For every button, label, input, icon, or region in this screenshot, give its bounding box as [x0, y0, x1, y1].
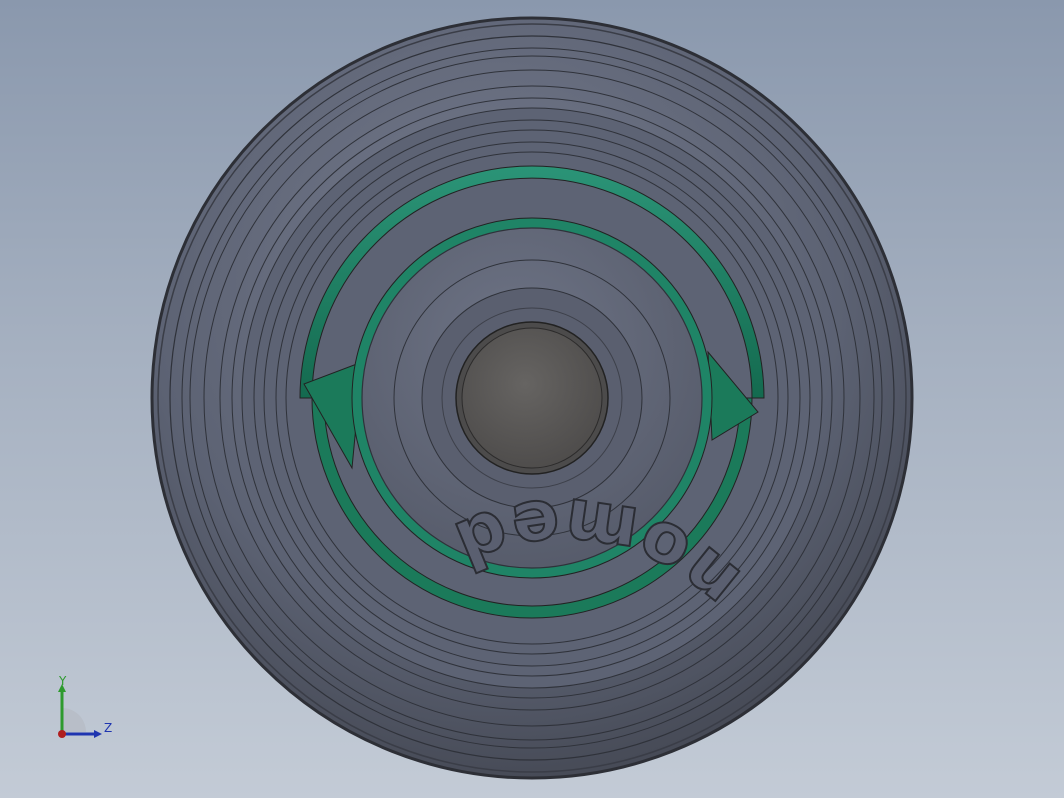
graphics-viewport[interactable]: nomed: [0, 0, 1064, 798]
coordinate-triad-icon: Y Z: [48, 674, 120, 746]
x-axis-dot: [58, 730, 66, 738]
triad-plane: [62, 708, 86, 732]
z-axis-label: Z: [104, 721, 112, 735]
z-axis-arrow: [94, 730, 102, 738]
y-axis-label: Y: [58, 676, 67, 688]
axle: [455, 321, 609, 475]
wheel-model[interactable]: nomed: [0, 0, 1064, 798]
